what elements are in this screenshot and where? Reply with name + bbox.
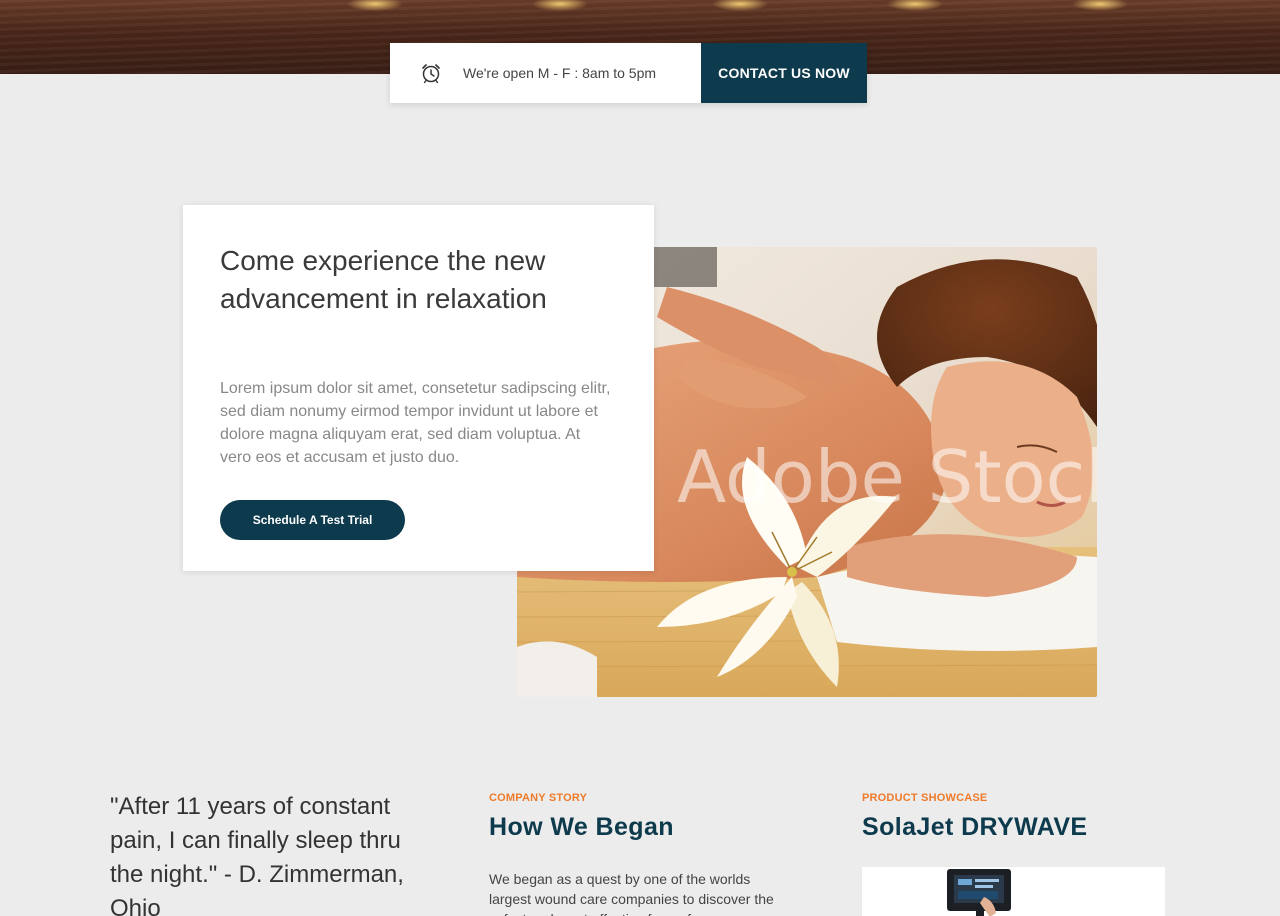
testimonial-quote: "After 11 years of constant pain, I can … xyxy=(110,793,404,916)
feature-card: Come experience the new advancement in r… xyxy=(183,205,654,571)
company-story-body: We began as a quest by one of the worlds… xyxy=(489,871,774,916)
contact-us-button[interactable]: CONTACT US NOW xyxy=(701,43,867,103)
feature-body: Lorem ipsum dolor sit amet, consetetur s… xyxy=(220,380,611,466)
hours-info: We're open M - F : 8am to 5pm xyxy=(390,43,701,103)
hours-text: We're open M - F : 8am to 5pm xyxy=(463,65,657,81)
feature-title: Come experience the new advancement in r… xyxy=(220,245,547,314)
product-showcase-eyebrow: PRODUCT SHOWCASE xyxy=(862,792,988,804)
schedule-trial-button[interactable]: Schedule A Test Trial xyxy=(220,500,405,540)
product-image xyxy=(862,867,1165,916)
company-story-section: COMPANY STORY How We Began We began as a… xyxy=(489,792,789,916)
company-story-title: How We Began xyxy=(489,813,674,841)
hours-bar: We're open M - F : 8am to 5pm CONTACT US… xyxy=(390,43,867,103)
company-story-eyebrow: COMPANY STORY xyxy=(489,792,588,804)
product-showcase-section: PRODUCT SHOWCASE SolaJet DRYWAVE xyxy=(862,792,1165,916)
product-showcase-title: SolaJet DRYWAVE xyxy=(862,813,1088,841)
alarm-clock-icon xyxy=(420,62,442,84)
svg-text:Adobe Stock: Adobe Stock xyxy=(677,435,1097,519)
